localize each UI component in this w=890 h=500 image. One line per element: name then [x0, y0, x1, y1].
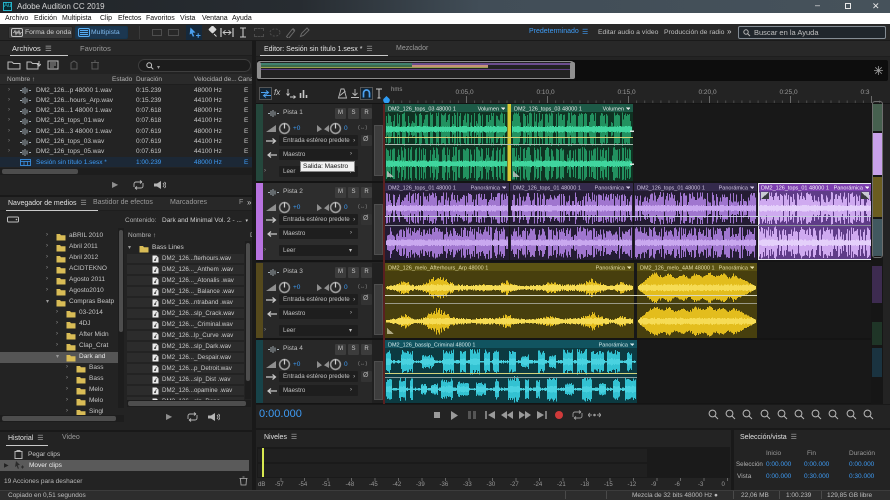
svg-text:DM2_126_tops_01 48000 1: DM2_126_tops_01 48000 1	[637, 186, 705, 192]
svg-text:DM2_126_basslp_Criminal 48000: DM2_126_basslp_Criminal 48000 1	[388, 343, 475, 349]
svg-text:DM2_126_tops_03 48000 1: DM2_126_tops_03 48000 1	[388, 107, 456, 113]
svg-text:DM2_126_tops_01 48000 1: DM2_126_tops_01 48000 1	[761, 186, 829, 192]
svg-text:DM2_126_tops_01 48000 1: DM2_126_tops_01 48000 1	[388, 186, 456, 192]
svg-text:DM2_126_tops_03 48000 1: DM2_126_tops_03 48000 1	[514, 107, 582, 113]
svg-text:Panorámica: Panorámica	[719, 266, 749, 272]
svg-text:Panorámica: Panorámica	[595, 186, 625, 192]
svg-text:DM2_126_melo_4AM 48000 1: DM2_126_melo_4AM 48000 1	[640, 266, 715, 272]
svg-text:DM2_126_tops_01 48000 1: DM2_126_tops_01 48000 1	[513, 186, 581, 192]
svg-text:DM2_126_melo_Afterhours_Arp 48: DM2_126_melo_Afterhours_Arp 48000 1	[388, 266, 488, 272]
svg-text:Panorámica: Panorámica	[834, 186, 864, 192]
svg-text:Panorámica: Panorámica	[471, 186, 501, 192]
svg-text:Panorámica: Panorámica	[719, 186, 749, 192]
svg-text:Volumen: Volumen	[603, 107, 624, 113]
svg-text:Panorámica: Panorámica	[596, 266, 626, 272]
svg-text:Panorámica: Panorámica	[599, 343, 629, 349]
svg-text:Volumen: Volumen	[478, 107, 499, 113]
